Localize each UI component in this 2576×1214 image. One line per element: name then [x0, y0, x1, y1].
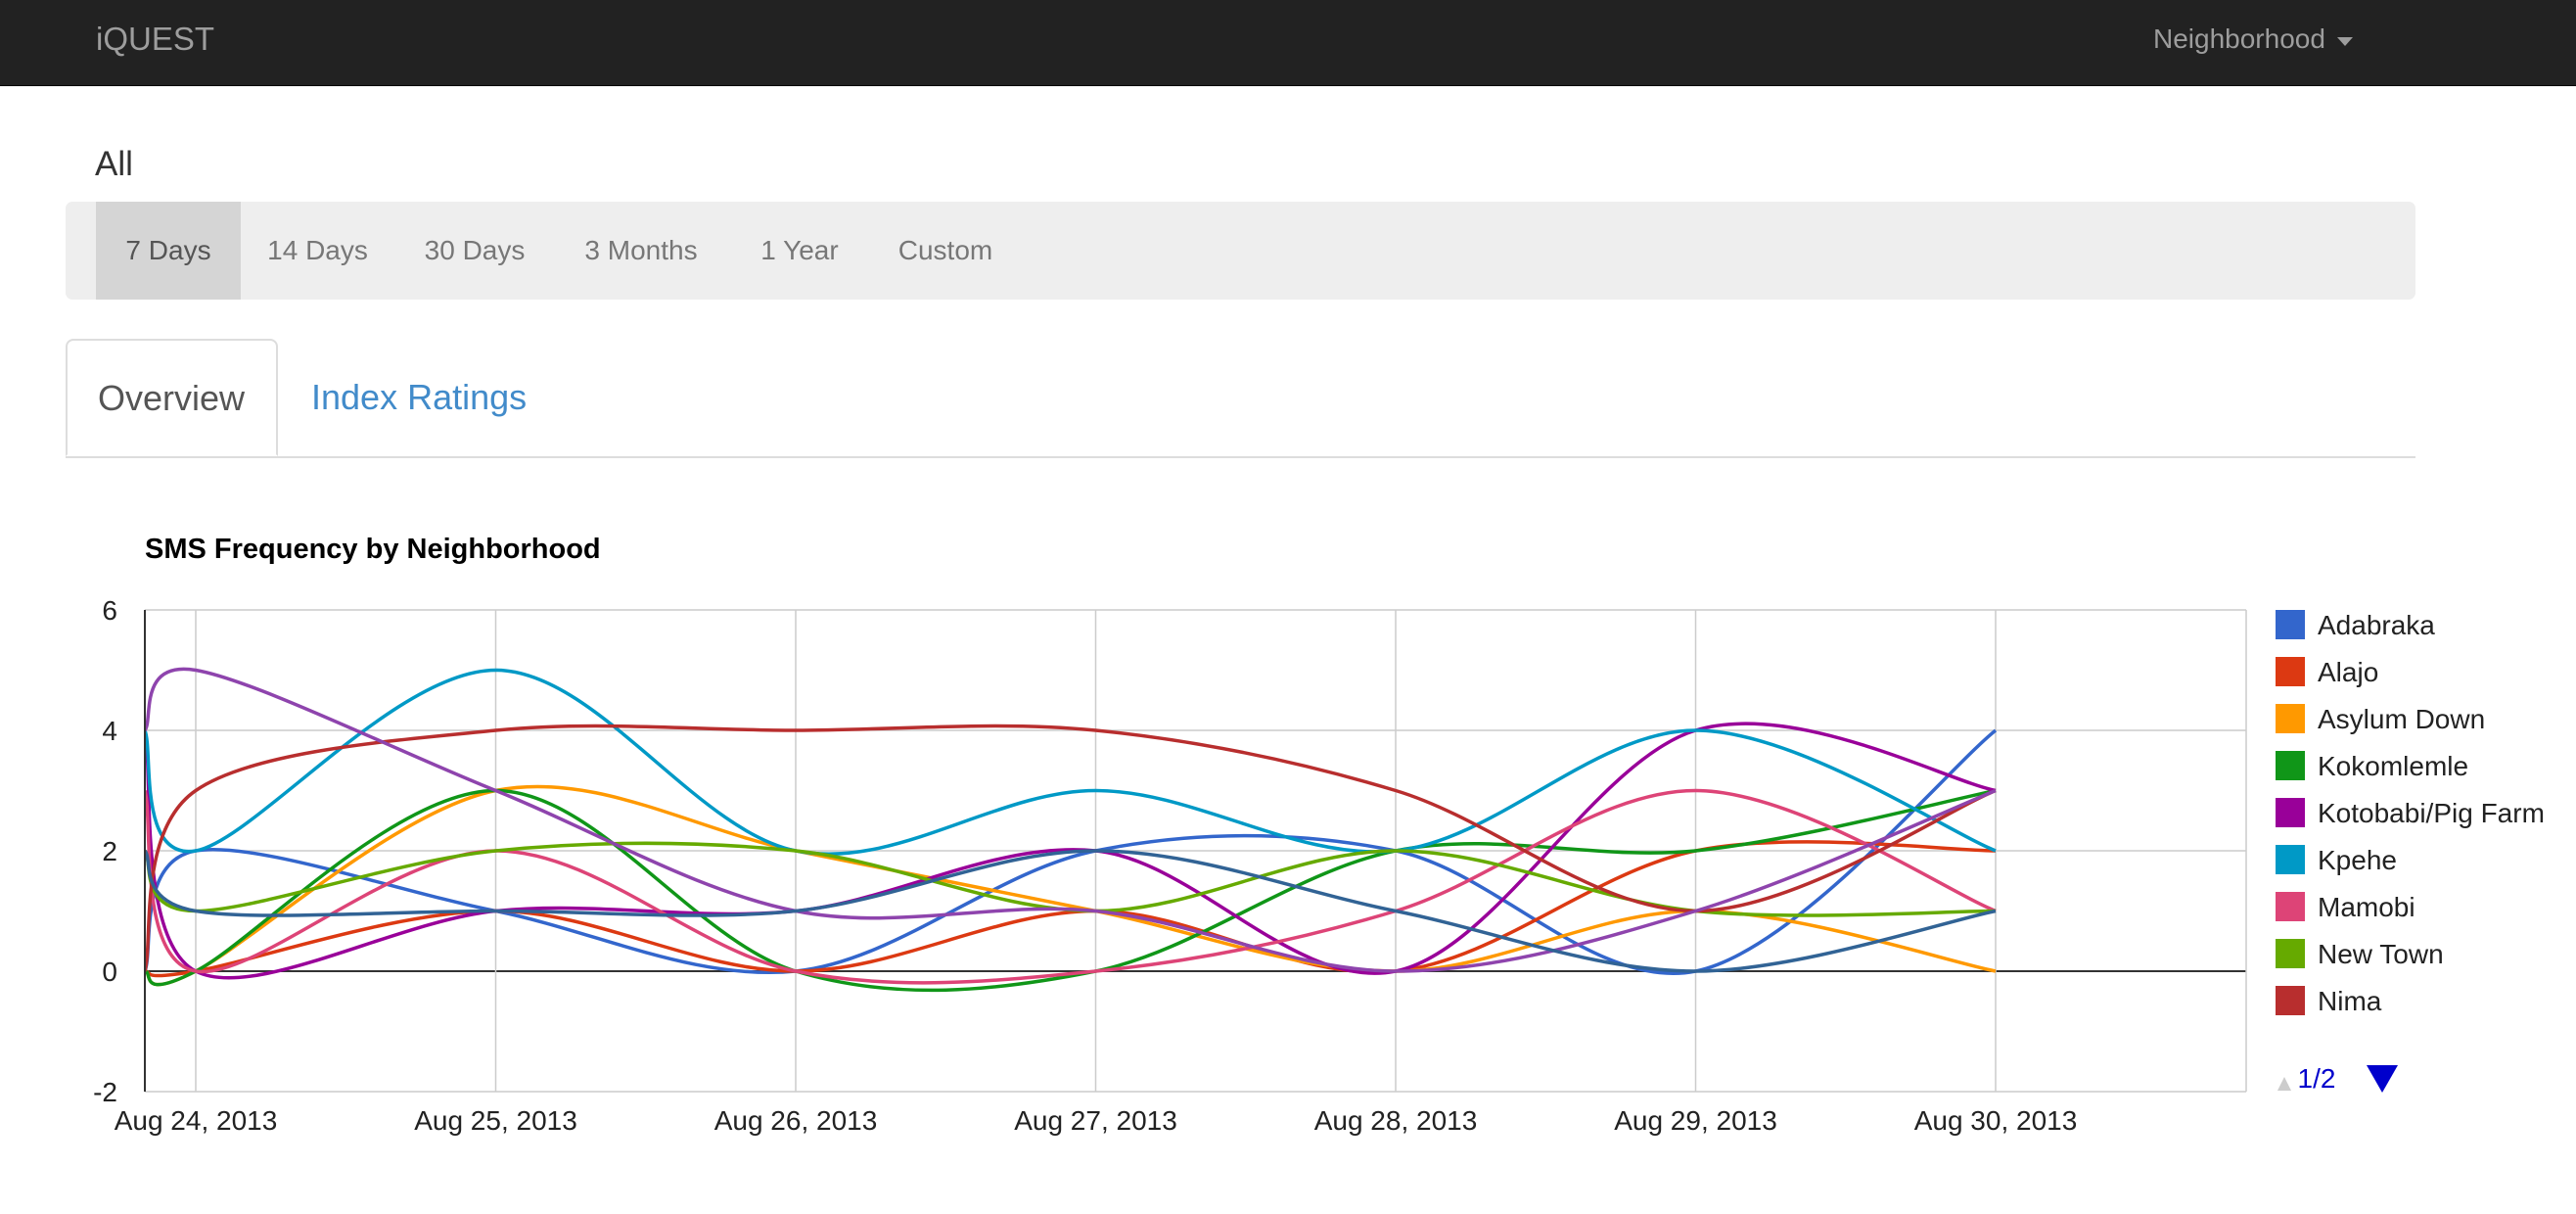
legend-label-kokomlemle: Kokomlemle [2318, 751, 2468, 781]
legend-prev-page-icon[interactable] [2277, 1077, 2291, 1091]
brand-logo[interactable]: iQUEST [96, 18, 214, 61]
range-1-year[interactable]: 1 Year [727, 202, 872, 300]
legend-label-adabraka: Adabraka [2318, 610, 2435, 640]
range-14-days[interactable]: 14 Days [241, 202, 394, 300]
legend-swatch-kotobabi-pig-farm [2276, 798, 2305, 827]
legend-label-asylum-down: Asylum Down [2318, 704, 2485, 734]
range-3-months[interactable]: 3 Months [555, 202, 727, 300]
x-tick-label: Aug 27, 2013 [1014, 1105, 1177, 1136]
x-tick-label: Aug 28, 2013 [1314, 1105, 1478, 1136]
legend-pager: 1/2 [2277, 1063, 2398, 1094]
legend-swatch-kpehe [2276, 845, 2305, 874]
range-30-days[interactable]: 30 Days [394, 202, 555, 300]
legend-swatch-asylum-down [2276, 704, 2305, 733]
legend-swatch-new-town [2276, 939, 2305, 968]
x-tick-label: Aug 25, 2013 [414, 1105, 577, 1136]
tab-overview[interactable]: Overview [66, 339, 278, 456]
chart-title: SMS Frequency by Neighborhood [145, 534, 601, 565]
y-tick-label: 2 [102, 836, 117, 866]
date-range-bar: 7 Days 14 Days 30 Days 3 Months 1 Year C… [66, 202, 2415, 300]
range-custom[interactable]: Custom [872, 202, 1019, 300]
legend-label-nima: Nima [2318, 986, 2382, 1016]
navbar: iQUEST Neighborhood [0, 0, 2576, 86]
x-tick-label: Aug 26, 2013 [714, 1105, 878, 1136]
series-line-kpehe [145, 668, 1997, 857]
legend-label-alajo: Alajo [2318, 657, 2378, 687]
legend-swatch-nima [2276, 986, 2305, 1015]
line-chart-svg: SMS Frequency by Neighborhood -2 0 2 4 6 Aug … [93, 534, 2545, 1136]
legend-label-mamobi: Mamobi [2318, 892, 2415, 922]
y-tick-label: 4 [102, 716, 117, 746]
y-tick-label: 0 [102, 957, 117, 987]
legend-page-indicator: 1/2 [2298, 1063, 2336, 1094]
legend-label-kpehe: Kpehe [2318, 845, 2397, 875]
legend-swatch-mamobi [2276, 892, 2305, 921]
page-heading: All [95, 145, 133, 183]
sms-frequency-chart: SMS Frequency by Neighborhood -2 0 2 4 6 Aug … [0, 509, 2576, 1155]
y-tick-label: -2 [93, 1077, 117, 1107]
x-tick-label: Aug 30, 2013 [1914, 1105, 2078, 1136]
legend-next-page-icon[interactable] [2367, 1065, 2398, 1093]
tab-bar: Overview Index Ratings [66, 339, 2415, 458]
caret-down-icon [2336, 36, 2353, 46]
tab-index-ratings[interactable]: Index Ratings [281, 339, 557, 456]
legend-label-new-town: New Town [2318, 939, 2444, 969]
neighborhood-dropdown[interactable]: Neighborhood [2153, 20, 2353, 59]
legend-label-kotobabi-pig-farm: Kotobabi/Pig Farm [2318, 798, 2545, 828]
x-tick-label: Aug 29, 2013 [1614, 1105, 1777, 1136]
range-7-days[interactable]: 7 Days [96, 202, 241, 300]
series-line-asylum-down [145, 784, 1997, 987]
legend-swatch-alajo [2276, 657, 2305, 686]
legend-swatch-kokomlemle [2276, 751, 2305, 780]
x-tick-label: Aug 24, 2013 [115, 1105, 278, 1136]
legend-swatch-adabraka [2276, 610, 2305, 639]
neighborhood-dropdown-label: Neighborhood [2153, 23, 2325, 54]
y-tick-label: 6 [102, 595, 117, 626]
